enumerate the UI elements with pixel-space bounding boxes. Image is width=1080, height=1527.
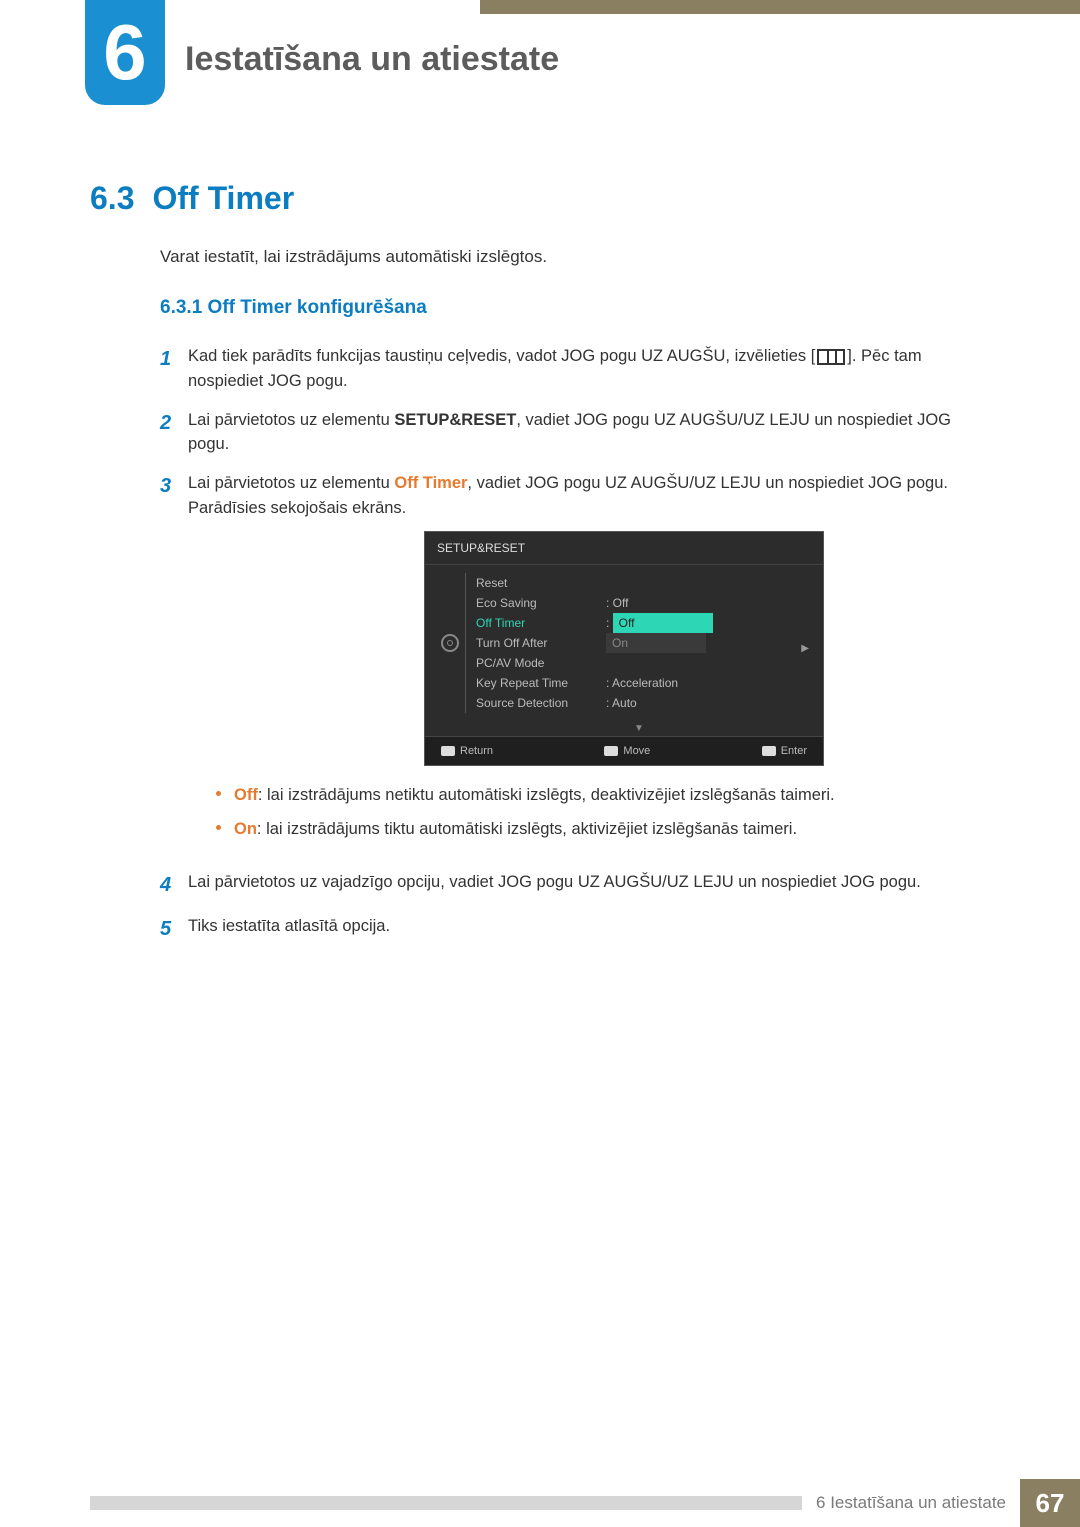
osd-selected-option: Off	[613, 613, 713, 633]
step-3: 3 Lai pārvietotos uz elementu Off Timer,…	[160, 471, 990, 856]
osd-value-text: Acceleration	[612, 676, 678, 690]
step-number: 3	[160, 471, 188, 856]
section-number: 6.3	[90, 180, 134, 216]
osd-value: : Auto	[606, 694, 813, 712]
step-number: 4	[160, 870, 188, 900]
gear-icon	[441, 634, 459, 652]
osd-value: : Off	[606, 594, 813, 612]
osd-label: Eco Saving	[476, 594, 606, 612]
osd-value-text: Auto	[612, 696, 637, 710]
subsection-number: 6.3.1	[160, 297, 202, 318]
step-1: 1 Kad tiek parādīts funkcijas taustiņu c…	[160, 344, 990, 394]
osd-label: Turn Off After	[476, 634, 606, 652]
osd-label: Off Timer	[476, 614, 606, 632]
arrow-right-icon: ▶	[801, 641, 809, 656]
osd-screenshot: SETUP&RESET Reset E	[258, 531, 990, 767]
step-2: 2 Lai pārvietotos uz elementu SETUP&RESE…	[160, 408, 990, 458]
step-text: Lai pārvietotos uz elementu	[188, 474, 394, 492]
menu-icon	[817, 349, 845, 365]
enter-icon	[762, 746, 776, 756]
bullet-text: : lai izstrādājums netiktu automātiski i…	[258, 786, 835, 804]
step-number: 2	[160, 408, 188, 458]
arrow-down-icon: ▼	[455, 721, 823, 736]
step-4: 4 Lai pārvietotos uz vajadzīgo opciju, v…	[160, 870, 990, 900]
osd-value-text: Off	[613, 596, 629, 610]
steps-list: 1 Kad tiek parādīts funkcijas taustiņu c…	[160, 344, 990, 944]
osd-row-reset: Reset	[476, 573, 813, 593]
chapter-tab: 6	[85, 0, 165, 105]
osd-footer-enter: Enter	[762, 743, 807, 760]
osd-row-offtimer: Off Timer : Off	[476, 613, 813, 633]
emph-off-timer: Off Timer	[394, 474, 467, 492]
osd-body: Reset Eco Saving : Off Off Timer : Off	[425, 565, 823, 719]
footer-label: 6 Iestatīšana un atiestate	[816, 1493, 1006, 1513]
page-content: 6.3 Off Timer Varat iestatīt, lai izstrād…	[90, 180, 990, 958]
page-footer: 6 Iestatīšana un atiestate 67	[0, 1479, 1080, 1527]
osd-row-keyrepeat: Key Repeat Time : Acceleration	[476, 673, 813, 693]
osd-row-sourcedet: Source Detection : Auto	[476, 693, 813, 713]
bullet-off: Off: lai izstrādājums netiktu automātisk…	[216, 784, 990, 808]
osd-value: : Off	[606, 613, 813, 633]
osd-label: Reset	[476, 574, 606, 592]
osd-row-eco: Eco Saving : Off	[476, 593, 813, 613]
step-body: Kad tiek parādīts funkcijas taustiņu ceļ…	[188, 344, 990, 394]
bullet-key: Off	[234, 786, 258, 804]
osd-row-turnoff: Turn Off After On	[476, 633, 813, 653]
bullet-key: On	[234, 820, 257, 838]
osd-footer-label: Return	[460, 743, 493, 760]
move-icon	[604, 746, 618, 756]
subsection-heading: 6.3.1 Off Timer konfigurēšana	[160, 297, 990, 319]
emph-setup-reset: SETUP&RESET	[394, 411, 516, 429]
osd-footer-return: Return	[441, 743, 493, 760]
top-accent-bar	[480, 0, 1080, 14]
step-body: Lai pārvietotos uz elementu Off Timer, v…	[188, 471, 990, 856]
osd-value: On	[606, 633, 813, 653]
osd-alt-option: On	[606, 633, 706, 653]
section-heading: 6.3 Off Timer	[90, 180, 990, 217]
step-5: 5 Tiks iestatīta atlasītā opcija.	[160, 914, 990, 944]
osd-panel: SETUP&RESET Reset E	[424, 531, 824, 767]
step-body: Lai pārvietotos uz elementu SETUP&RESET,…	[188, 408, 990, 458]
step-text: Kad tiek parādīts funkcijas taustiņu ceļ…	[188, 347, 815, 365]
osd-icon-column	[435, 573, 465, 713]
osd-footer-label: Enter	[781, 743, 807, 760]
osd-label: Source Detection	[476, 694, 606, 712]
intro-text: Varat iestatīt, lai izstrādājums automāt…	[160, 247, 990, 267]
footer-page-number: 67	[1020, 1479, 1080, 1527]
osd-menu: Reset Eco Saving : Off Off Timer : Off	[465, 573, 813, 713]
section-title: Off Timer	[152, 180, 294, 216]
chapter-number: 6	[103, 7, 146, 98]
step-body: Lai pārvietotos uz vajadzīgo opciju, vad…	[188, 870, 990, 900]
return-icon	[441, 746, 455, 756]
chapter-title: Iestatīšana un atiestate	[185, 40, 559, 79]
osd-value: : Acceleration	[606, 674, 813, 692]
osd-row-pcav: PC/AV Mode	[476, 653, 813, 673]
step-body: Tiks iestatīta atlasītā opcija.	[188, 914, 990, 944]
osd-title: SETUP&RESET	[425, 532, 823, 565]
bullet-on: On: lai izstrādājums tiktu automātiski i…	[216, 818, 990, 842]
osd-footer-label: Move	[623, 743, 650, 760]
step-text: Lai pārvietotos uz elementu	[188, 411, 394, 429]
step-number: 1	[160, 344, 188, 394]
osd-footer: Return Move Enter	[425, 736, 823, 766]
osd-label: Key Repeat Time	[476, 674, 606, 692]
subsection-title: Off Timer konfigurēšana	[208, 297, 427, 318]
footer-bar	[90, 1496, 802, 1510]
option-bullets: Off: lai izstrādājums netiktu automātisk…	[216, 784, 990, 842]
bullet-text: : lai izstrādājums tiktu automātiski izs…	[257, 820, 797, 838]
osd-label: PC/AV Mode	[476, 654, 606, 672]
osd-footer-move: Move	[604, 743, 650, 760]
step-number: 5	[160, 914, 188, 944]
